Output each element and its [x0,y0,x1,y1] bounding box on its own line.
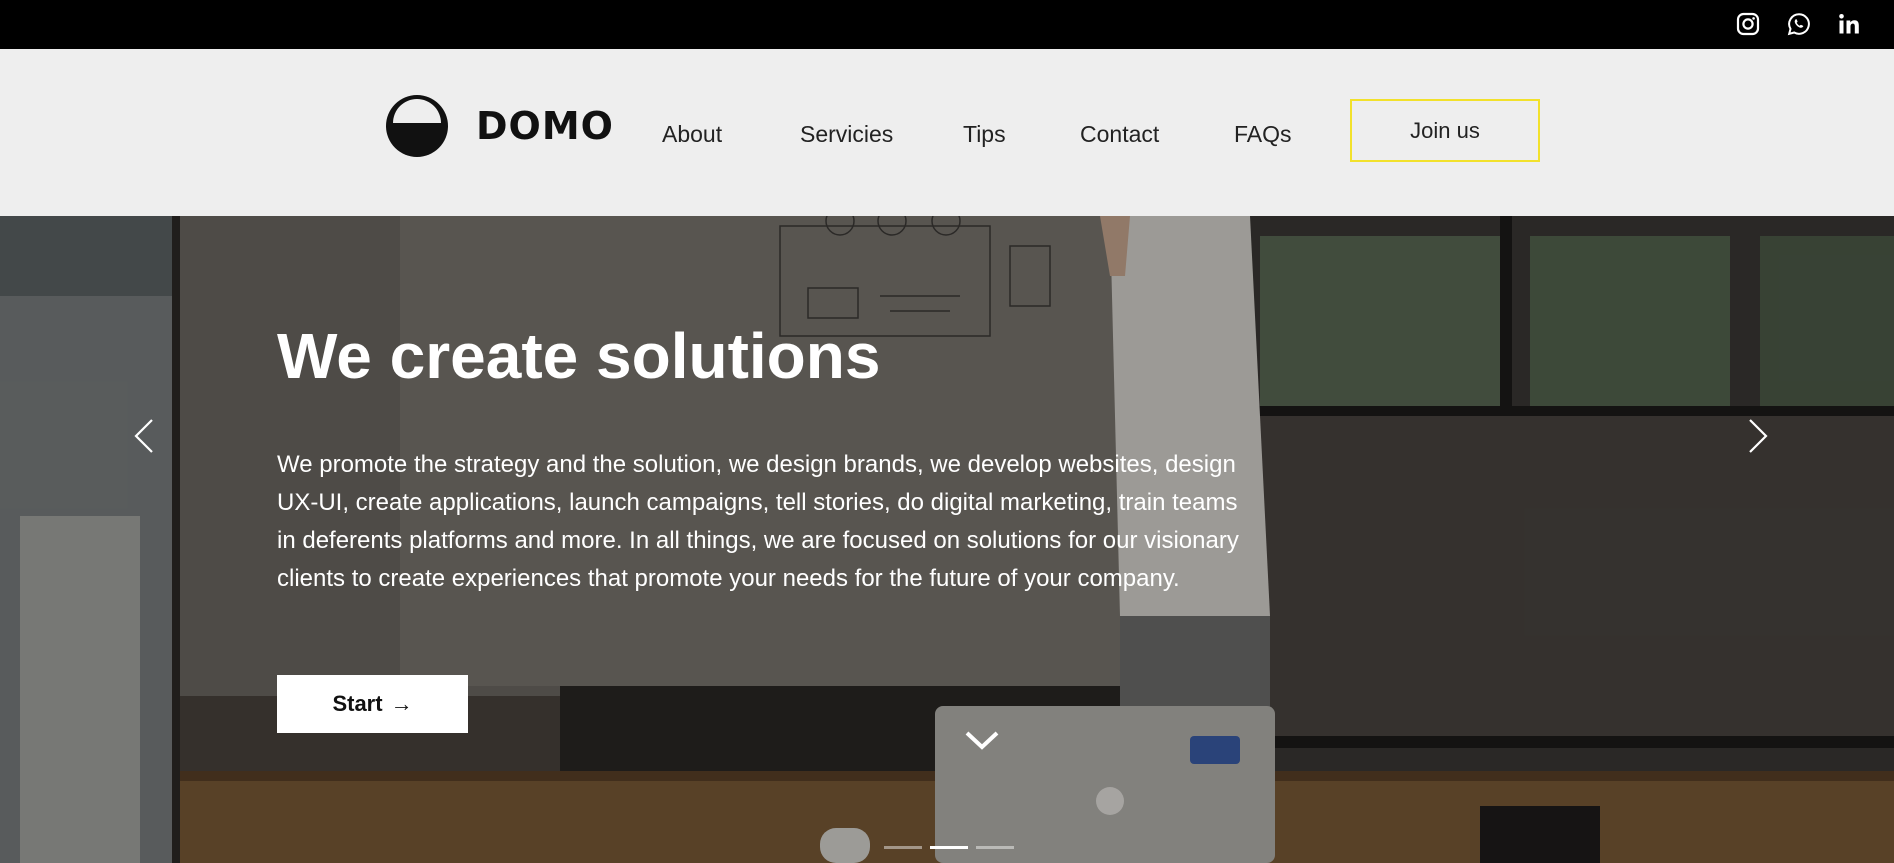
chevron-right-icon [1749,419,1768,453]
nav-item-services[interactable]: Servicies [800,121,893,148]
nav-item-faqs[interactable]: FAQs [1234,121,1292,148]
chevron-down-icon [965,731,999,750]
carousel-dot-active[interactable] [930,846,968,849]
instagram-icon[interactable] [1732,8,1764,40]
carousel-dot[interactable] [884,846,922,849]
start-button[interactable]: Start → [277,675,468,733]
logo[interactable]: DOMO [384,93,614,159]
site-header: DOMO About Servicies Tips Contact FAQs J… [0,49,1894,216]
carousel-indicators [884,846,1014,849]
arrow-right-icon: → [390,691,413,716]
hero-carousel: We create solutions We promote the strat… [0,216,1894,863]
carousel-prev-button[interactable] [124,411,164,461]
whatsapp-icon[interactable] [1783,8,1815,40]
nav-item-tips[interactable]: Tips [963,121,1006,148]
nav-item-about[interactable]: About [662,121,722,148]
hero-title: We create solutions [277,320,881,392]
start-button-label: Start [332,691,383,716]
carousel-next-button[interactable] [1738,411,1778,461]
scroll-down-button[interactable] [962,725,1002,755]
logo-icon [386,95,448,157]
social-bar [0,0,1894,49]
hero-description: We promote the strategy and the solution… [277,451,1239,592]
linkedin-icon[interactable] [1833,8,1865,40]
join-us-button[interactable]: Join us [1350,99,1540,162]
brand-name: DOMO [476,104,614,148]
nav-item-contact[interactable]: Contact [1080,121,1159,148]
carousel-dot[interactable] [976,846,1014,849]
chevron-left-icon [134,419,153,453]
